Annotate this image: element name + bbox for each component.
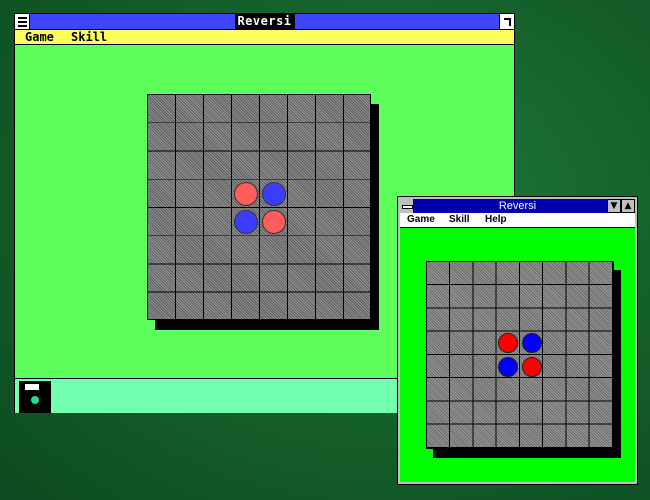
blue-piece <box>234 210 258 235</box>
menu-game[interactable]: Game <box>25 30 54 44</box>
blue-piece <box>498 356 519 377</box>
game-area <box>400 228 635 482</box>
title-bar[interactable]: Reversi <box>400 199 635 213</box>
resize-icon[interactable] <box>499 14 514 29</box>
window-title: Reversi <box>234 14 295 29</box>
menu-bar: Game Skill Help <box>400 213 635 228</box>
minimize-button[interactable]: ▼ <box>607 199 621 213</box>
menu-game[interactable]: Game <box>407 213 435 227</box>
maximize-button[interactable]: ▲ <box>621 199 635 213</box>
floppy-disk-icon <box>19 381 51 413</box>
blue-piece <box>262 181 286 206</box>
menu-skill[interactable]: Skill <box>71 30 107 44</box>
title-bar[interactable]: Reversi <box>15 14 514 30</box>
red-piece <box>521 356 542 377</box>
board-grid[interactable] <box>426 261 614 449</box>
red-piece <box>234 181 258 206</box>
system-menu-icon[interactable] <box>15 14 30 29</box>
reversi-window-small: Reversi ▼ ▲ Game Skill Help <box>397 196 638 485</box>
board-grid[interactable] <box>147 94 371 320</box>
game-board[interactable] <box>426 261 621 458</box>
blue-piece <box>521 333 542 354</box>
game-board[interactable] <box>147 94 379 330</box>
menu-bar: Game Skill <box>15 30 514 45</box>
menu-help[interactable]: Help <box>485 213 507 227</box>
red-piece <box>262 210 286 235</box>
system-menu-icon[interactable] <box>400 199 414 213</box>
menu-skill[interactable]: Skill <box>449 213 470 227</box>
window-title: Reversi <box>498 200 537 212</box>
